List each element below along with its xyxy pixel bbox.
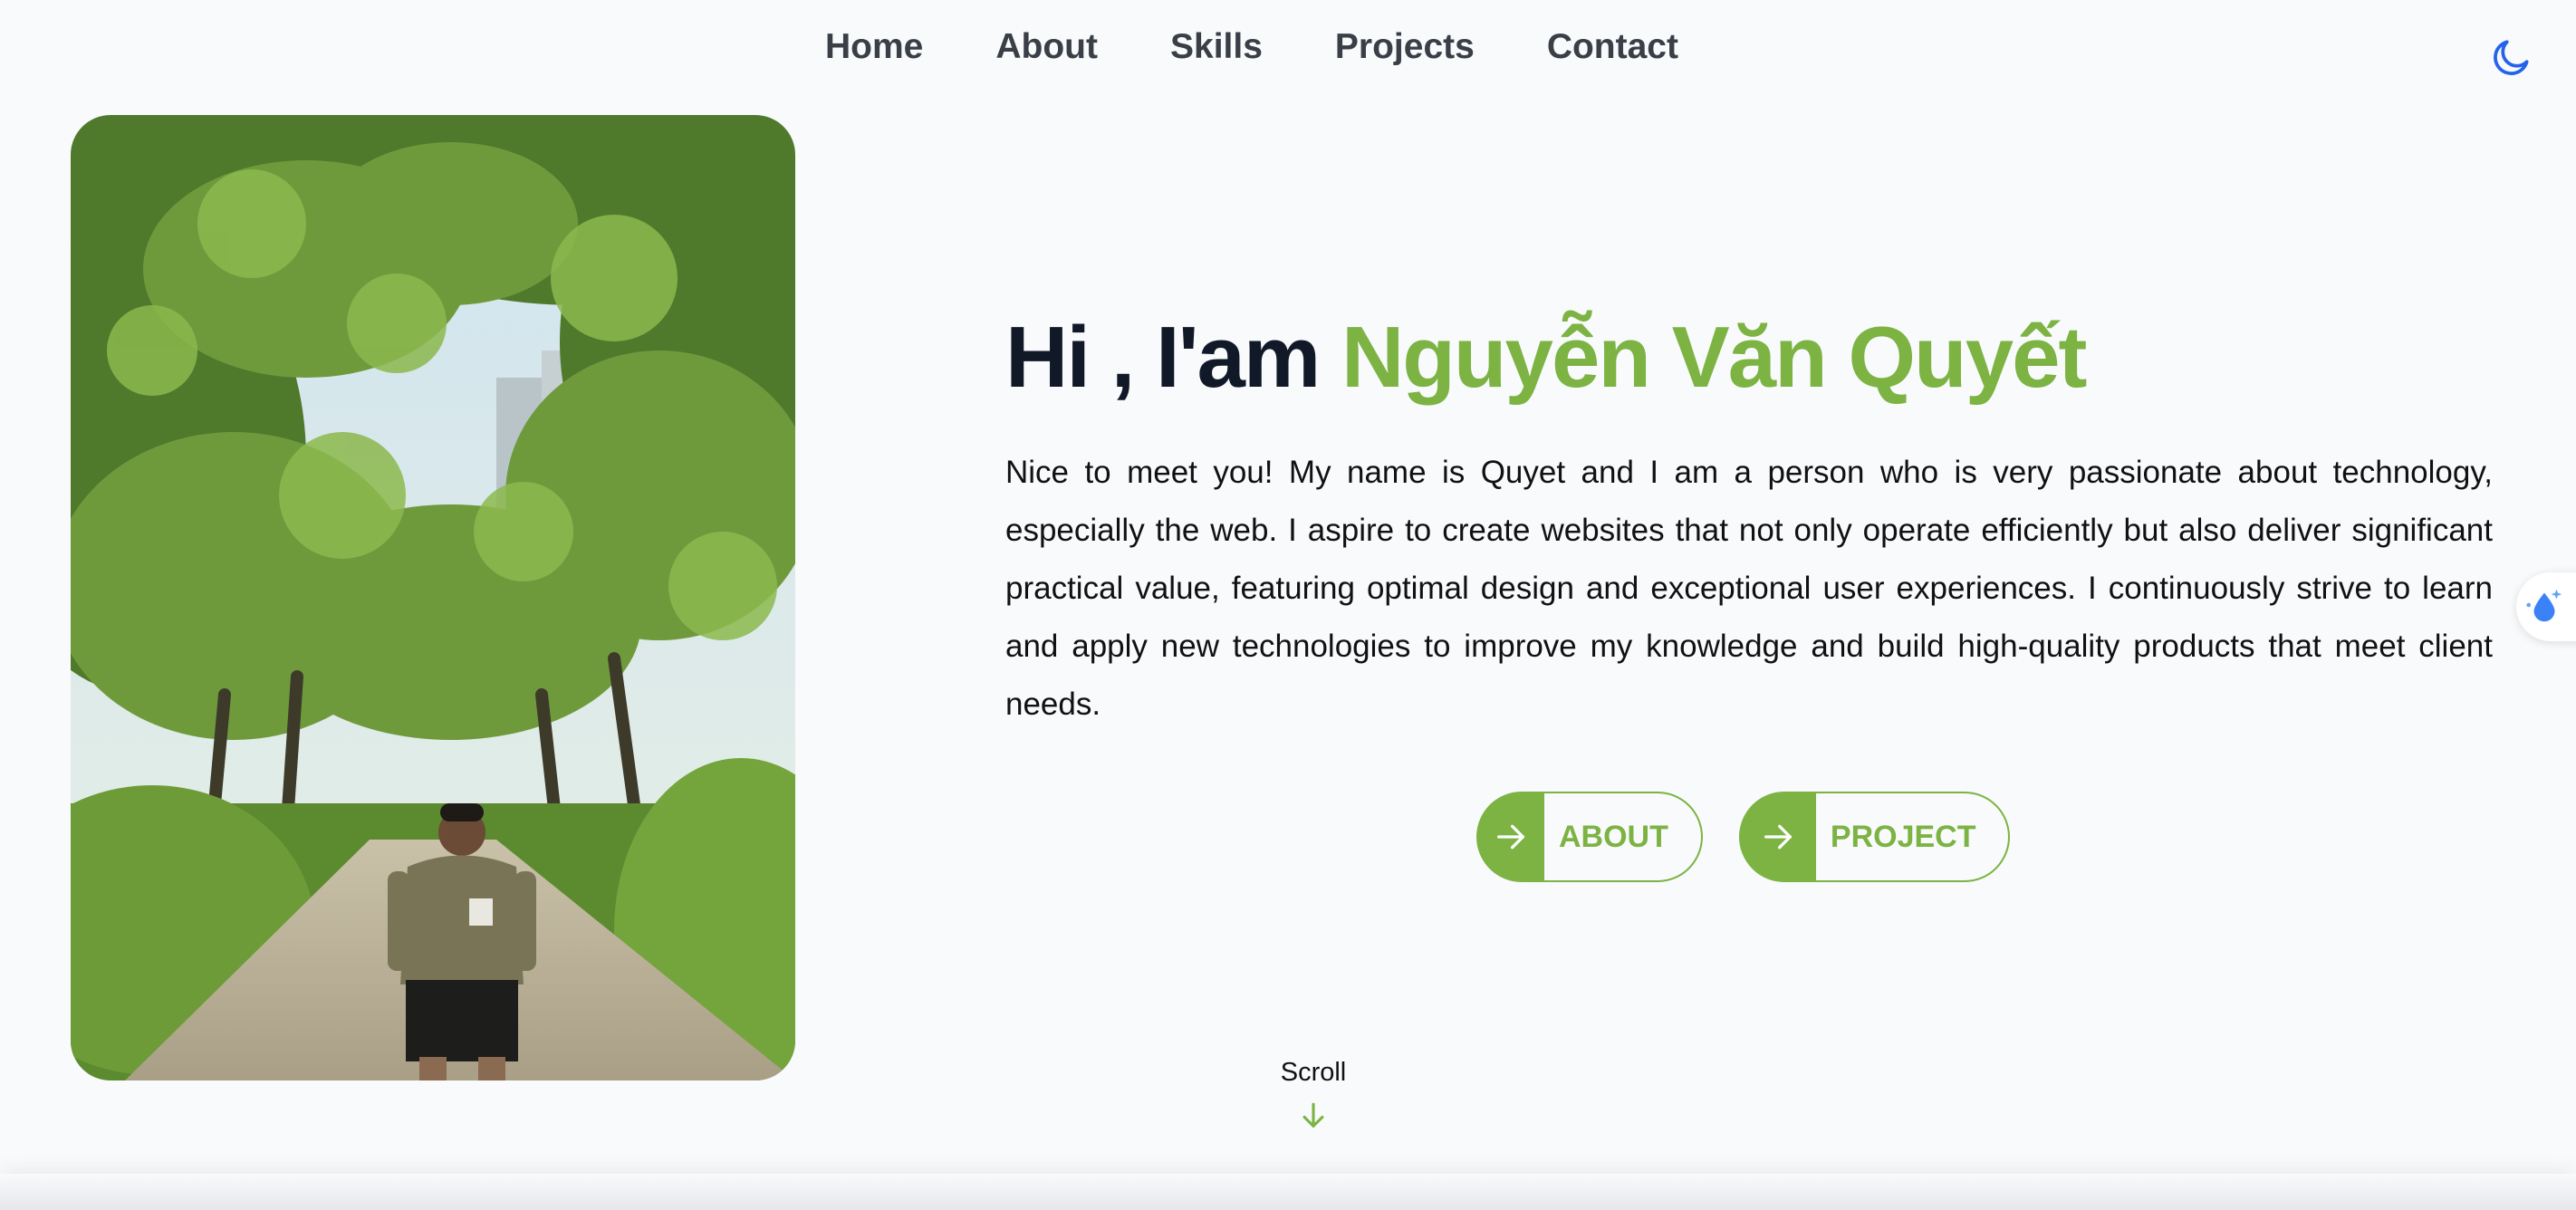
project-button[interactable]: PROJECT <box>1738 792 2011 882</box>
scroll-label: Scroll <box>1280 1058 1347 1087</box>
nav-skills[interactable]: Skills <box>1170 20 1263 74</box>
page-title: Hi , I'am Nguyễn Văn Quyết <box>1005 299 2493 417</box>
section-divider <box>0 1174 2576 1210</box>
nav-contact[interactable]: Contact <box>1547 20 1678 74</box>
side-widget-button[interactable] <box>2516 572 2576 641</box>
name-text: Nguyễn Văn Quyết <box>1341 309 2087 406</box>
arrow-right-icon <box>1739 793 1816 880</box>
about-button[interactable]: ABOUT <box>1476 792 1703 882</box>
nav-projects[interactable]: Projects <box>1335 20 1475 74</box>
project-button-label: PROJECT <box>1830 819 1976 854</box>
hero-section: Hi , I'am Nguyễn Văn Quyết Nice to meet … <box>1005 299 2493 734</box>
nav-home[interactable]: Home <box>825 20 923 74</box>
nav-about[interactable]: About <box>995 20 1098 74</box>
arrow-right-icon <box>1477 793 1544 880</box>
moon-icon[interactable] <box>2489 34 2534 80</box>
intro-paragraph: Nice to meet you! My name is Quyet and I… <box>1005 455 2493 722</box>
profile-photo <box>71 115 795 1080</box>
about-button-label: ABOUT <box>1559 819 1668 854</box>
scroll-indicator[interactable]: Scroll <box>1250 1058 1377 1136</box>
main-nav: Home About Skills Projects Contact <box>0 20 2576 74</box>
hero-buttons: ABOUT PROJECT <box>1476 792 2011 882</box>
sparkle-drop-icon <box>2523 584 2565 630</box>
greeting-text: Hi , I'am <box>1005 309 1321 406</box>
arrow-down-icon <box>1250 1100 1377 1136</box>
